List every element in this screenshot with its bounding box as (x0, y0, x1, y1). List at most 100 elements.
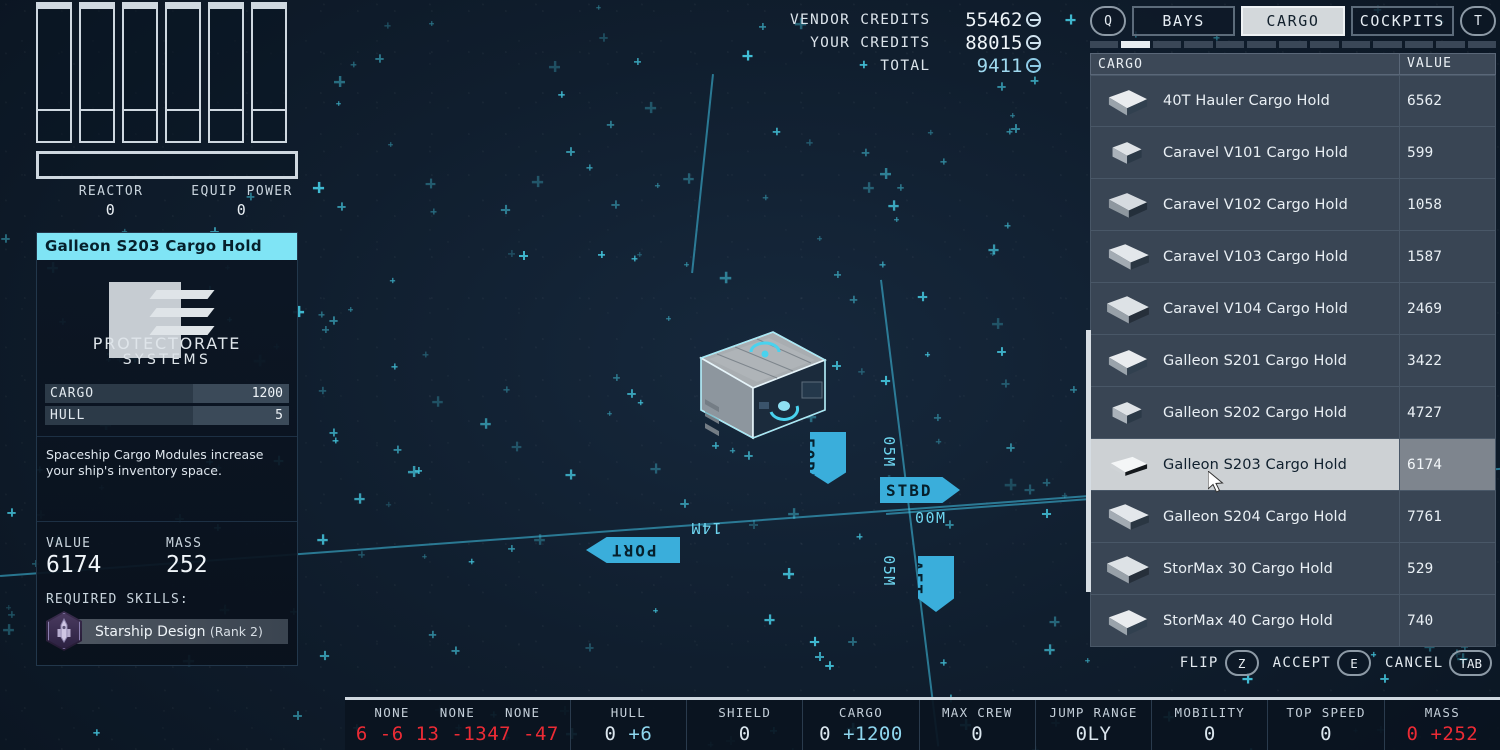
table-row[interactable]: Galleon S201 Cargo Hold3422 (1090, 335, 1496, 387)
page-indicator-segment[interactable] (1216, 41, 1244, 48)
stat-value: 0LY (1076, 723, 1112, 745)
power-bar[interactable] (208, 5, 244, 143)
page-indicator-segment[interactable] (1310, 41, 1338, 48)
page-indicator-segment[interactable] (1153, 41, 1181, 48)
module-name-cell[interactable]: Caravel V104 Cargo Hold (1091, 283, 1399, 334)
stat-cell-top-speed: TOP SPEED0 (1268, 700, 1384, 750)
star-icon (684, 262, 689, 267)
stat-base: 0 (1204, 723, 1216, 745)
category-page-indicator (1086, 36, 1500, 48)
equip-power-value: 0 (186, 201, 298, 219)
tab-cargo[interactable]: CARGO (1241, 6, 1344, 36)
page-indicator-segment[interactable] (1184, 41, 1212, 48)
table-row[interactable]: StorMax 40 Cargo Hold740 (1090, 595, 1496, 647)
page-indicator-segment[interactable] (1342, 41, 1370, 48)
page-indicator-segment[interactable] (1468, 41, 1496, 48)
action-flip-button[interactable]: FLIPZ (1180, 650, 1259, 676)
credit-label: VENDOR CREDITS (790, 12, 930, 28)
required-skills-label: REQUIRED SKILLS: (37, 584, 297, 611)
action-buttons: FLIPZ ACCEPTE CANCELTAB (1180, 650, 1492, 676)
credit-label: TOTAL (880, 58, 930, 74)
table-row[interactable]: Caravel V103 Cargo Hold1587 (1090, 231, 1496, 283)
list-header-name: CARGO (1091, 57, 1399, 72)
star-icon (881, 376, 890, 385)
action-accept-button[interactable]: ACCEPTE (1273, 650, 1371, 676)
action-label: CANCEL (1385, 655, 1443, 671)
star-icon (611, 200, 619, 208)
stat-cell-cargo: CARGO0 +1200 (803, 700, 919, 750)
table-row[interactable]: Caravel V101 Cargo Hold599 (1090, 127, 1496, 179)
star-icon (384, 22, 390, 28)
action-cancel-button[interactable]: CANCELTAB (1385, 650, 1492, 676)
page-indicator-segment[interactable] (1436, 41, 1464, 48)
module-name-cell[interactable]: 40T Hauler Cargo Hold (1091, 76, 1399, 126)
table-row[interactable]: Caravel V104 Cargo Hold2469 (1090, 283, 1496, 335)
module-name-cell[interactable]: StorMax 30 Cargo Hold (1091, 543, 1399, 594)
star-icon (1, 234, 9, 242)
star-icon (759, 23, 766, 30)
stat-label: JUMP RANGE (1049, 705, 1137, 720)
power-bar[interactable] (122, 5, 158, 143)
star-icon (329, 316, 337, 324)
page-indicator-segment[interactable] (1373, 41, 1401, 48)
module-name-cell[interactable]: Galleon S204 Cargo Hold (1091, 491, 1399, 542)
next-category-key[interactable]: T (1460, 6, 1496, 36)
page-indicator-segment[interactable] (1090, 41, 1118, 48)
page-indicator-segment[interactable] (1405, 41, 1433, 48)
power-bar[interactable] (165, 5, 201, 143)
page-indicator-segment[interactable] (1247, 41, 1275, 48)
star-icon (422, 554, 427, 559)
module-name-cell[interactable]: Caravel V103 Cargo Hold (1091, 231, 1399, 282)
page-indicator-segment[interactable] (1279, 41, 1307, 48)
tab-cockpits[interactable]: COCKPITS (1351, 6, 1454, 36)
module-name-cell[interactable]: Galleon S201 Cargo Hold (1091, 335, 1399, 386)
star-icon (897, 184, 904, 191)
star-icon (519, 251, 528, 260)
star-icon (850, 296, 858, 304)
power-bar[interactable] (79, 5, 115, 143)
stat-base: 0 (1320, 723, 1332, 745)
table-row[interactable]: Galleon S202 Cargo Hold4727 (1090, 387, 1496, 439)
star-icon (322, 326, 329, 333)
power-bars (36, 0, 298, 143)
module-list[interactable]: 40T Hauler Cargo Hold6562Caravel V101 Ca… (1090, 75, 1496, 647)
star-icon (879, 261, 885, 267)
module-name-cell[interactable]: Galleon S202 Cargo Hold (1091, 387, 1399, 438)
prev-category-key[interactable]: Q (1090, 6, 1126, 36)
module-value-cell: 7761 (1399, 491, 1495, 542)
table-row[interactable]: Caravel V102 Cargo Hold1058 (1090, 179, 1496, 231)
star-icon (391, 363, 397, 369)
skill-name: Starship Design (95, 624, 205, 640)
star-icon (508, 545, 515, 552)
power-bar[interactable] (36, 5, 72, 143)
manufacturer-logo: PROTECTORATE SYSTEMS (37, 260, 297, 380)
stat-value: 0 +1200 (819, 723, 903, 745)
star-icon (358, 551, 365, 558)
star-icon (764, 614, 774, 624)
credit-label: YOUR CREDITS (810, 35, 930, 51)
value-readout: VALUE 6174 (46, 536, 166, 578)
power-bar[interactable] (251, 5, 287, 143)
table-row[interactable]: 40T Hauler Cargo Hold6562 (1090, 75, 1496, 127)
table-row[interactable]: Galleon S203 Cargo Hold6174 (1090, 439, 1496, 491)
module-name-cell[interactable]: Caravel V101 Cargo Hold (1091, 127, 1399, 178)
table-row[interactable]: StorMax 30 Cargo Hold529 (1090, 543, 1496, 595)
list-scrollbar[interactable] (1086, 330, 1091, 592)
module-value-cell: 4727 (1399, 387, 1495, 438)
action-key: Z (1225, 650, 1259, 676)
credit-row: TOTAL9411 (790, 54, 1041, 77)
module-stat-rows: CARGO1200HULL5 (37, 380, 297, 436)
module-name-cell[interactable]: Galleon S203 Cargo Hold (1091, 439, 1399, 490)
star-icon (566, 147, 575, 156)
table-row[interactable]: Galleon S204 Cargo Hold7761 (1090, 491, 1496, 543)
brand-text: PROTECTORATE SYSTEMS (93, 334, 241, 368)
module-stat-value: 1200 (193, 384, 289, 403)
star-icon (936, 439, 941, 444)
stat-value: 0 +6 (605, 723, 653, 745)
star-icon (93, 729, 99, 735)
module-name-cell[interactable]: Caravel V102 Cargo Hold (1091, 179, 1399, 230)
tab-bays[interactable]: BAYS (1132, 6, 1235, 36)
module-name-cell[interactable]: StorMax 40 Cargo Hold (1091, 595, 1399, 646)
page-indicator-segment[interactable] (1121, 41, 1149, 48)
credit-value: 88015 (944, 32, 1022, 54)
